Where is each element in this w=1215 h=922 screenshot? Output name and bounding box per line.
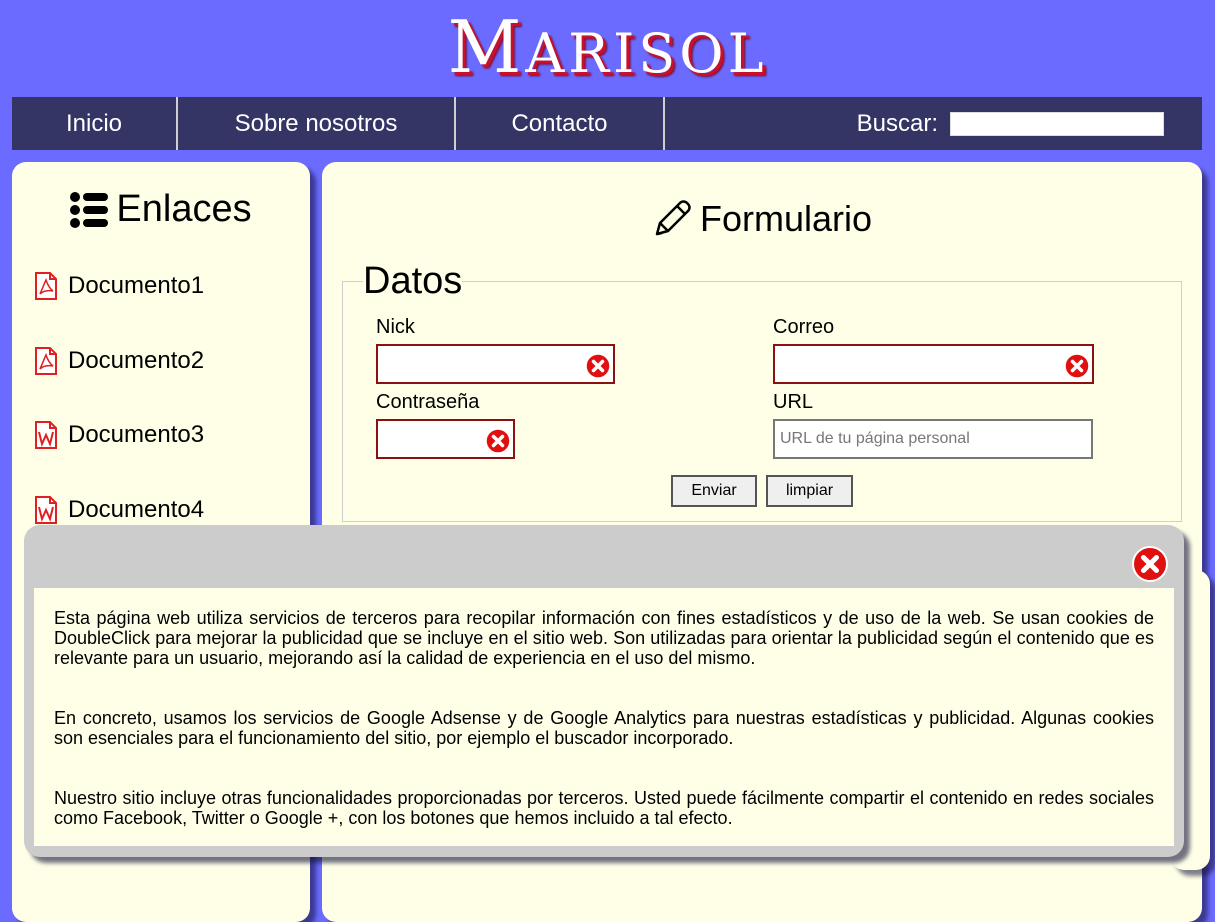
correo-field [773, 344, 1094, 384]
site-title-initial: M [447, 5, 526, 89]
nav-search: Buscar: [665, 97, 1202, 150]
error-icon [585, 353, 611, 379]
search-input[interactable] [950, 111, 1164, 136]
sidebar-link-documento1[interactable]: Documento1 [34, 272, 204, 300]
cookie-notice: Esta página web utiliza servicios de ter… [24, 525, 1184, 857]
cookie-paragraph: Nuestro sitio incluye otras funcionalida… [54, 788, 1154, 828]
nick-label: Nick [376, 316, 415, 338]
enviar-button[interactable]: Enviar [671, 475, 757, 507]
url-label: URL [773, 391, 814, 413]
sidebar-title: Enlaces [12, 188, 310, 231]
search-label: Buscar: [856, 109, 938, 137]
main-navbar: Inicio Sobre nosotros Contacto Buscar: [12, 97, 1202, 150]
pdf-icon [35, 347, 57, 375]
pdf-icon [35, 272, 57, 300]
list-icon [70, 191, 109, 228]
limpiar-button[interactable]: limpiar [766, 475, 853, 507]
sidebar-link-documento4[interactable]: Documento4 [34, 496, 204, 524]
error-icon [485, 428, 511, 454]
site-title-rest: ARISOL [525, 22, 768, 85]
nav-item-contacto[interactable]: Contacto [456, 97, 665, 150]
nick-field [376, 344, 615, 384]
cookie-notice-body: Esta página web utiliza servicios de ter… [34, 588, 1174, 846]
sidebar-link-label: Documento2 [68, 347, 205, 374]
word-icon [35, 421, 57, 449]
nav-item-sobre-nosotros[interactable]: Sobre nosotros [178, 97, 456, 150]
sidebar-link-label: Documento3 [68, 421, 205, 448]
correo-label: Correo [773, 316, 835, 338]
close-icon[interactable] [1131, 545, 1169, 583]
url-field [773, 419, 1093, 459]
cookie-paragraph: En concreto, usamos los servicios de Goo… [54, 708, 1154, 748]
sidebar-title-text: Enlaces [116, 188, 252, 230]
sidebar-link-label: Documento1 [68, 272, 205, 299]
url-input[interactable] [775, 421, 1091, 457]
pencil-icon [655, 200, 691, 236]
error-icon [1064, 353, 1090, 379]
nav-item-inicio[interactable]: Inicio [12, 97, 178, 150]
word-icon [35, 496, 57, 524]
site-title: MARISOL [0, 4, 1215, 97]
contrasena-field [376, 419, 515, 459]
sidebar-link-label: Documento4 [68, 496, 205, 523]
sidebar-link-documento3[interactable]: Documento3 [34, 421, 204, 449]
form-title-text: Formulario [699, 198, 873, 239]
contrasena-label: Contraseña [376, 391, 480, 413]
form-title: Formulario [322, 198, 1202, 240]
datos-legend: Datos [363, 260, 463, 302]
cookie-paragraph: Esta página web utiliza servicios de ter… [54, 608, 1154, 668]
correo-input[interactable] [775, 346, 1092, 382]
sidebar-link-documento2[interactable]: Documento2 [34, 347, 204, 375]
nick-input[interactable] [378, 346, 613, 382]
